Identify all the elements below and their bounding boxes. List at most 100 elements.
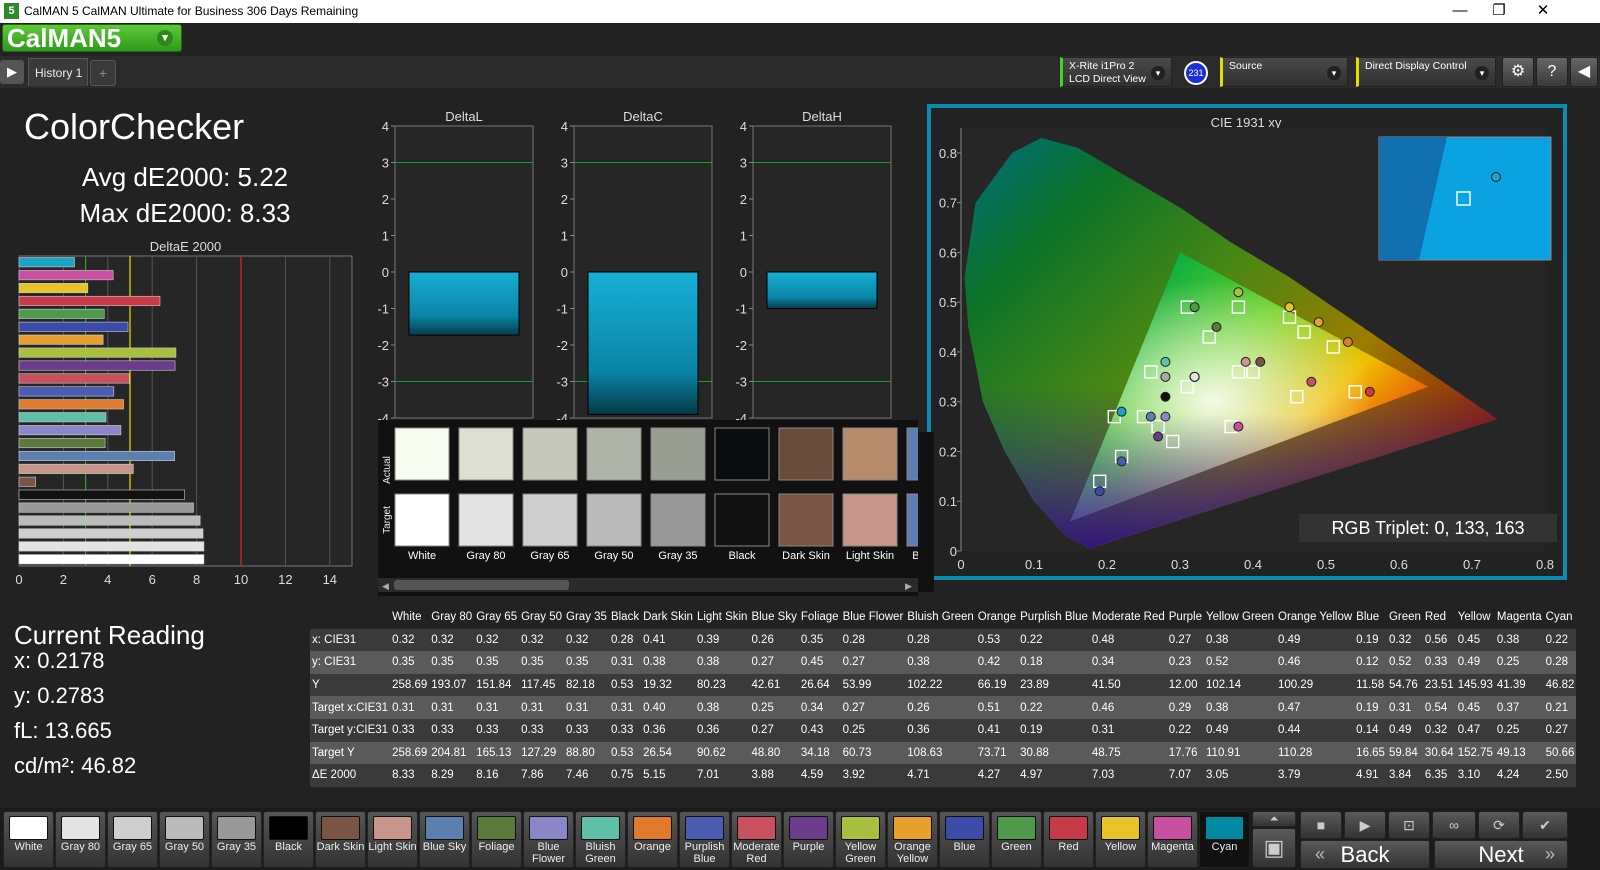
patch-button-blue-sky[interactable]: Blue Sky [419, 811, 470, 868]
column-header[interactable]: Purple [1167, 606, 1204, 629]
refresh-icon[interactable]: ⟳ [1478, 811, 1520, 839]
swatch-comparison: Actual Target White Gray 80 Gray 65 Gray 50… [378, 420, 918, 596]
row-label: y: CIE31 [312, 656, 357, 669]
table-cell: 0.35 [521, 656, 544, 669]
patch-button-orange-yellow[interactable]: Orange Yellow [887, 811, 938, 868]
column-header[interactable]: Black [609, 606, 641, 629]
stop-icon[interactable]: ■ [1300, 811, 1342, 839]
patch-button-blue[interactable]: Blue [939, 811, 990, 868]
column-header[interactable]: Red [1423, 606, 1456, 629]
patch-button-purplish-blue[interactable]: Purplish Blue [679, 811, 730, 868]
patch-color [581, 816, 620, 840]
table-cell: 0.35 [800, 633, 824, 646]
table-cell: 26.64 [800, 679, 830, 692]
tick-label: 6 [149, 572, 156, 587]
next-button[interactable]: Next » [1434, 840, 1568, 869]
column-header[interactable]: Gray 65 [474, 606, 519, 629]
column-header[interactable]: Orange [976, 606, 1018, 629]
back-button[interactable]: « Back [1300, 840, 1430, 869]
patch-button-gray-80[interactable]: Gray 80 [55, 811, 106, 868]
patch-button-magenta[interactable]: Magenta [1147, 811, 1198, 868]
table-cell: 0.75 [610, 769, 634, 782]
patch-button-white[interactable]: White [3, 811, 54, 868]
column-header[interactable]: Blue Sky [749, 606, 798, 629]
tick-label: 0.4 [939, 345, 957, 360]
patch-button-yellow-green[interactable]: Yellow Green [835, 811, 886, 868]
scrollbar-thumb[interactable] [394, 580, 569, 590]
patch-label: Dark Skin [316, 841, 365, 853]
play-icon[interactable]: ▶ [1344, 811, 1386, 839]
patch-color [1205, 816, 1244, 840]
patch-button-blue-flower[interactable]: Blue Flower [523, 811, 574, 868]
column-header[interactable]: Yellow Green [1204, 606, 1276, 629]
column-header[interactable]: Gray 50 [519, 606, 564, 629]
patch-label: Gray 80 [60, 841, 101, 853]
patch-color [893, 816, 932, 840]
stop-square-icon[interactable]: ▣ [1252, 828, 1296, 868]
patch-button-light-skin[interactable]: Light Skin [367, 811, 418, 868]
column-header[interactable]: Gray 80 [429, 606, 474, 629]
actual-point [1306, 376, 1317, 387]
patch-button-bluish-green[interactable]: Bluish Green [575, 811, 626, 868]
patch-button-foliage[interactable]: Foliage [471, 811, 522, 868]
patch-button-red[interactable]: Red [1043, 811, 1094, 868]
table-cell: 19.32 [643, 679, 672, 692]
check-icon[interactable]: ✔ [1522, 811, 1568, 839]
column-header[interactable]: Bluish Green [905, 606, 975, 629]
table-cell: 0.28 [1545, 656, 1569, 669]
tick-label: 0 [950, 544, 957, 559]
target-swatch [394, 493, 450, 547]
column-header[interactable]: Moderate Red [1090, 606, 1167, 629]
column-header[interactable]: Blue Flower [841, 606, 906, 629]
tick-label: 1 [740, 229, 747, 244]
column-header[interactable]: Green [1387, 606, 1423, 629]
actual-point [1153, 431, 1164, 442]
table-cell: 7.01 [696, 769, 720, 782]
swatch-label: Gray 35 [658, 550, 697, 562]
column-header[interactable]: Blue [1354, 606, 1387, 629]
column-header[interactable]: Orange Yellow [1276, 606, 1354, 629]
table-cell: 0.38 [1206, 701, 1229, 714]
target-swatch [778, 493, 834, 547]
patch-button-black[interactable]: Black [263, 811, 314, 868]
loop-icon[interactable]: ∞ [1432, 811, 1476, 839]
column-header[interactable]: Foliage [799, 606, 841, 629]
column-header[interactable]: White [390, 606, 429, 629]
patch-button-gray-50[interactable]: Gray 50 [159, 811, 210, 868]
tick-label: -2 [735, 338, 747, 353]
table-cell: 0.52 [1206, 656, 1229, 669]
column-header[interactable]: Yellow [1456, 606, 1495, 629]
column-header[interactable]: Gray 35 [564, 606, 609, 629]
patch-button-purple[interactable]: Purple [783, 811, 834, 868]
table-cell: 145.93 [1457, 679, 1493, 692]
bar-blue-flower [18, 425, 122, 436]
column-header[interactable]: Cyan [1544, 606, 1577, 629]
patch-button-orange[interactable]: Orange [627, 811, 678, 868]
tick-label: 0.8 [939, 146, 957, 161]
table-cell: 0.53 [610, 746, 634, 759]
patch-button-green[interactable]: Green [991, 811, 1042, 868]
column-header[interactable]: Dark Skin [641, 606, 695, 629]
column-header[interactable]: Magenta [1495, 606, 1544, 629]
fit-icon[interactable]: ⊡ [1388, 811, 1430, 839]
patch-label: Black [275, 841, 302, 853]
table-cell: 3.10 [1457, 769, 1481, 782]
patch-button-gray-35[interactable]: Gray 35 [211, 811, 262, 868]
reading-cdm2: cd/m²: 46.82 [14, 753, 137, 778]
patch-button-cyan[interactable]: Cyan [1199, 811, 1250, 868]
target-swatch [714, 493, 770, 547]
table-cell: 204.81 [431, 746, 467, 759]
patch-button-moderate-red[interactable]: Moderate Red [731, 811, 782, 868]
patch-button-yellow[interactable]: Yellow [1095, 811, 1146, 868]
column-header[interactable]: Purplish Blue [1018, 606, 1090, 629]
patch-button-gray-65[interactable]: Gray 65 [107, 811, 158, 868]
up-icon[interactable]: ⏶ [1252, 811, 1296, 827]
table-cell: 4.24 [1496, 769, 1520, 782]
patch-button-dark-skin[interactable]: Dark Skin [315, 811, 366, 868]
table-cell: 0.51 [977, 701, 1001, 714]
tick-label: 8 [193, 572, 200, 587]
table-cell: 88.80 [566, 746, 595, 759]
table-cell: 41.50 [1091, 679, 1121, 692]
column-header[interactable]: Light Skin [695, 606, 750, 629]
table-cell: 0.43 [800, 724, 824, 737]
